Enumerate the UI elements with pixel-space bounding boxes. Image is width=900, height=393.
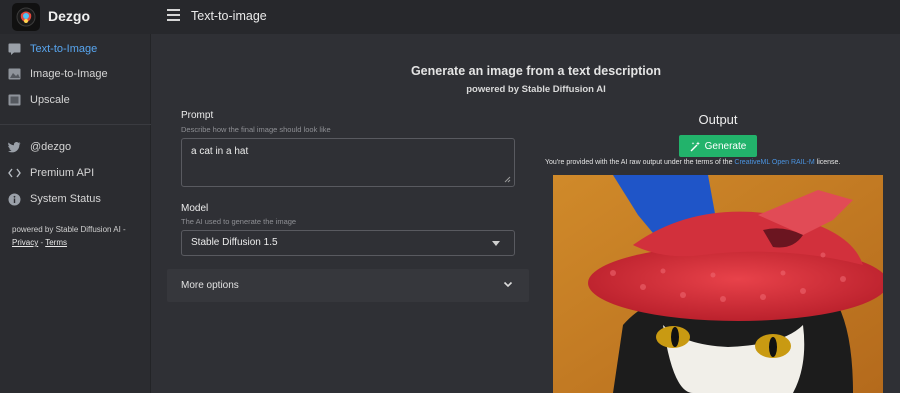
top-bar: Dezgo Text-to-image	[0, 0, 900, 34]
sidebar-link-label: Premium API	[30, 167, 95, 179]
sidebar-item-label: Upscale	[30, 94, 70, 106]
more-options-label: More options	[181, 280, 239, 291]
output-image[interactable]	[553, 175, 883, 393]
chevron-down-icon	[503, 281, 513, 288]
model-selected-value: Stable Diffusion 1.5	[191, 237, 278, 248]
generate-button[interactable]: Generate	[679, 135, 757, 157]
output-heading: Output	[698, 112, 738, 127]
dezgo-logo[interactable]	[12, 3, 40, 31]
prompt-value: a cat in a hat	[191, 146, 249, 157]
generate-label: Generate	[704, 140, 747, 152]
model-help: The AI used to generate the image	[181, 217, 297, 226]
sidebar-item-image-to-image[interactable]: Image-to-Image	[0, 62, 151, 86]
license-notice: You're provided with the AI raw output u…	[545, 159, 840, 166]
magic-wand-icon	[690, 141, 700, 151]
chat-icon	[7, 42, 21, 56]
sidebar: Text-to-Image Image-to-Image Upscale @de…	[0, 34, 151, 393]
powered-by-text: powered by Stable Diffusion AI -	[12, 225, 126, 234]
info-icon	[7, 192, 21, 206]
sidebar-link-label: @dezgo	[30, 141, 72, 153]
sidebar-footer: powered by Stable Diffusion AI - Privacy…	[12, 223, 126, 249]
model-label: Model	[181, 203, 209, 214]
terms-link[interactable]: Terms	[45, 238, 67, 247]
prompt-help: Describe how the final image should look…	[181, 125, 331, 134]
license-link[interactable]: CreativeML Open RAIL-M	[734, 159, 814, 166]
sidebar-item-label: Text-to-Image	[30, 43, 98, 55]
main-heading: Generate an image from a text descriptio…	[410, 64, 662, 78]
sidebar-item-label: Image-to-Image	[30, 68, 108, 80]
license-suffix: license.	[814, 159, 841, 166]
sidebar-link-system-status[interactable]: System Status	[0, 187, 151, 211]
sidebar-divider	[0, 124, 151, 125]
prompt-input[interactable]: a cat in a hat	[181, 138, 515, 187]
prompt-label: Prompt	[181, 110, 214, 121]
sidebar-link-label: System Status	[30, 193, 101, 205]
sidebar-link-twitter[interactable]: @dezgo	[0, 135, 151, 159]
resize-handle-icon[interactable]	[504, 176, 511, 183]
image-icon	[7, 67, 21, 81]
sidebar-item-text-to-image[interactable]: Text-to-Image	[0, 37, 151, 61]
license-prefix: You're provided with the AI raw output u…	[545, 159, 735, 166]
main-subheading: powered by Stable Diffusion AI	[466, 84, 606, 95]
upscale-icon	[7, 93, 21, 107]
page-title: Text-to-image	[191, 9, 267, 23]
menu-icon[interactable]	[167, 9, 181, 21]
sidebar-item-upscale[interactable]: Upscale	[0, 88, 151, 112]
brand-name: Dezgo	[48, 8, 90, 24]
model-select[interactable]: Stable Diffusion 1.5	[181, 230, 515, 256]
caret-down-icon	[492, 241, 500, 246]
privacy-link[interactable]: Privacy	[12, 238, 38, 247]
sidebar-link-premium-api[interactable]: Premium API	[0, 161, 151, 185]
twitter-icon	[7, 140, 21, 154]
more-options-toggle[interactable]: More options	[167, 269, 529, 302]
code-icon	[7, 166, 21, 180]
